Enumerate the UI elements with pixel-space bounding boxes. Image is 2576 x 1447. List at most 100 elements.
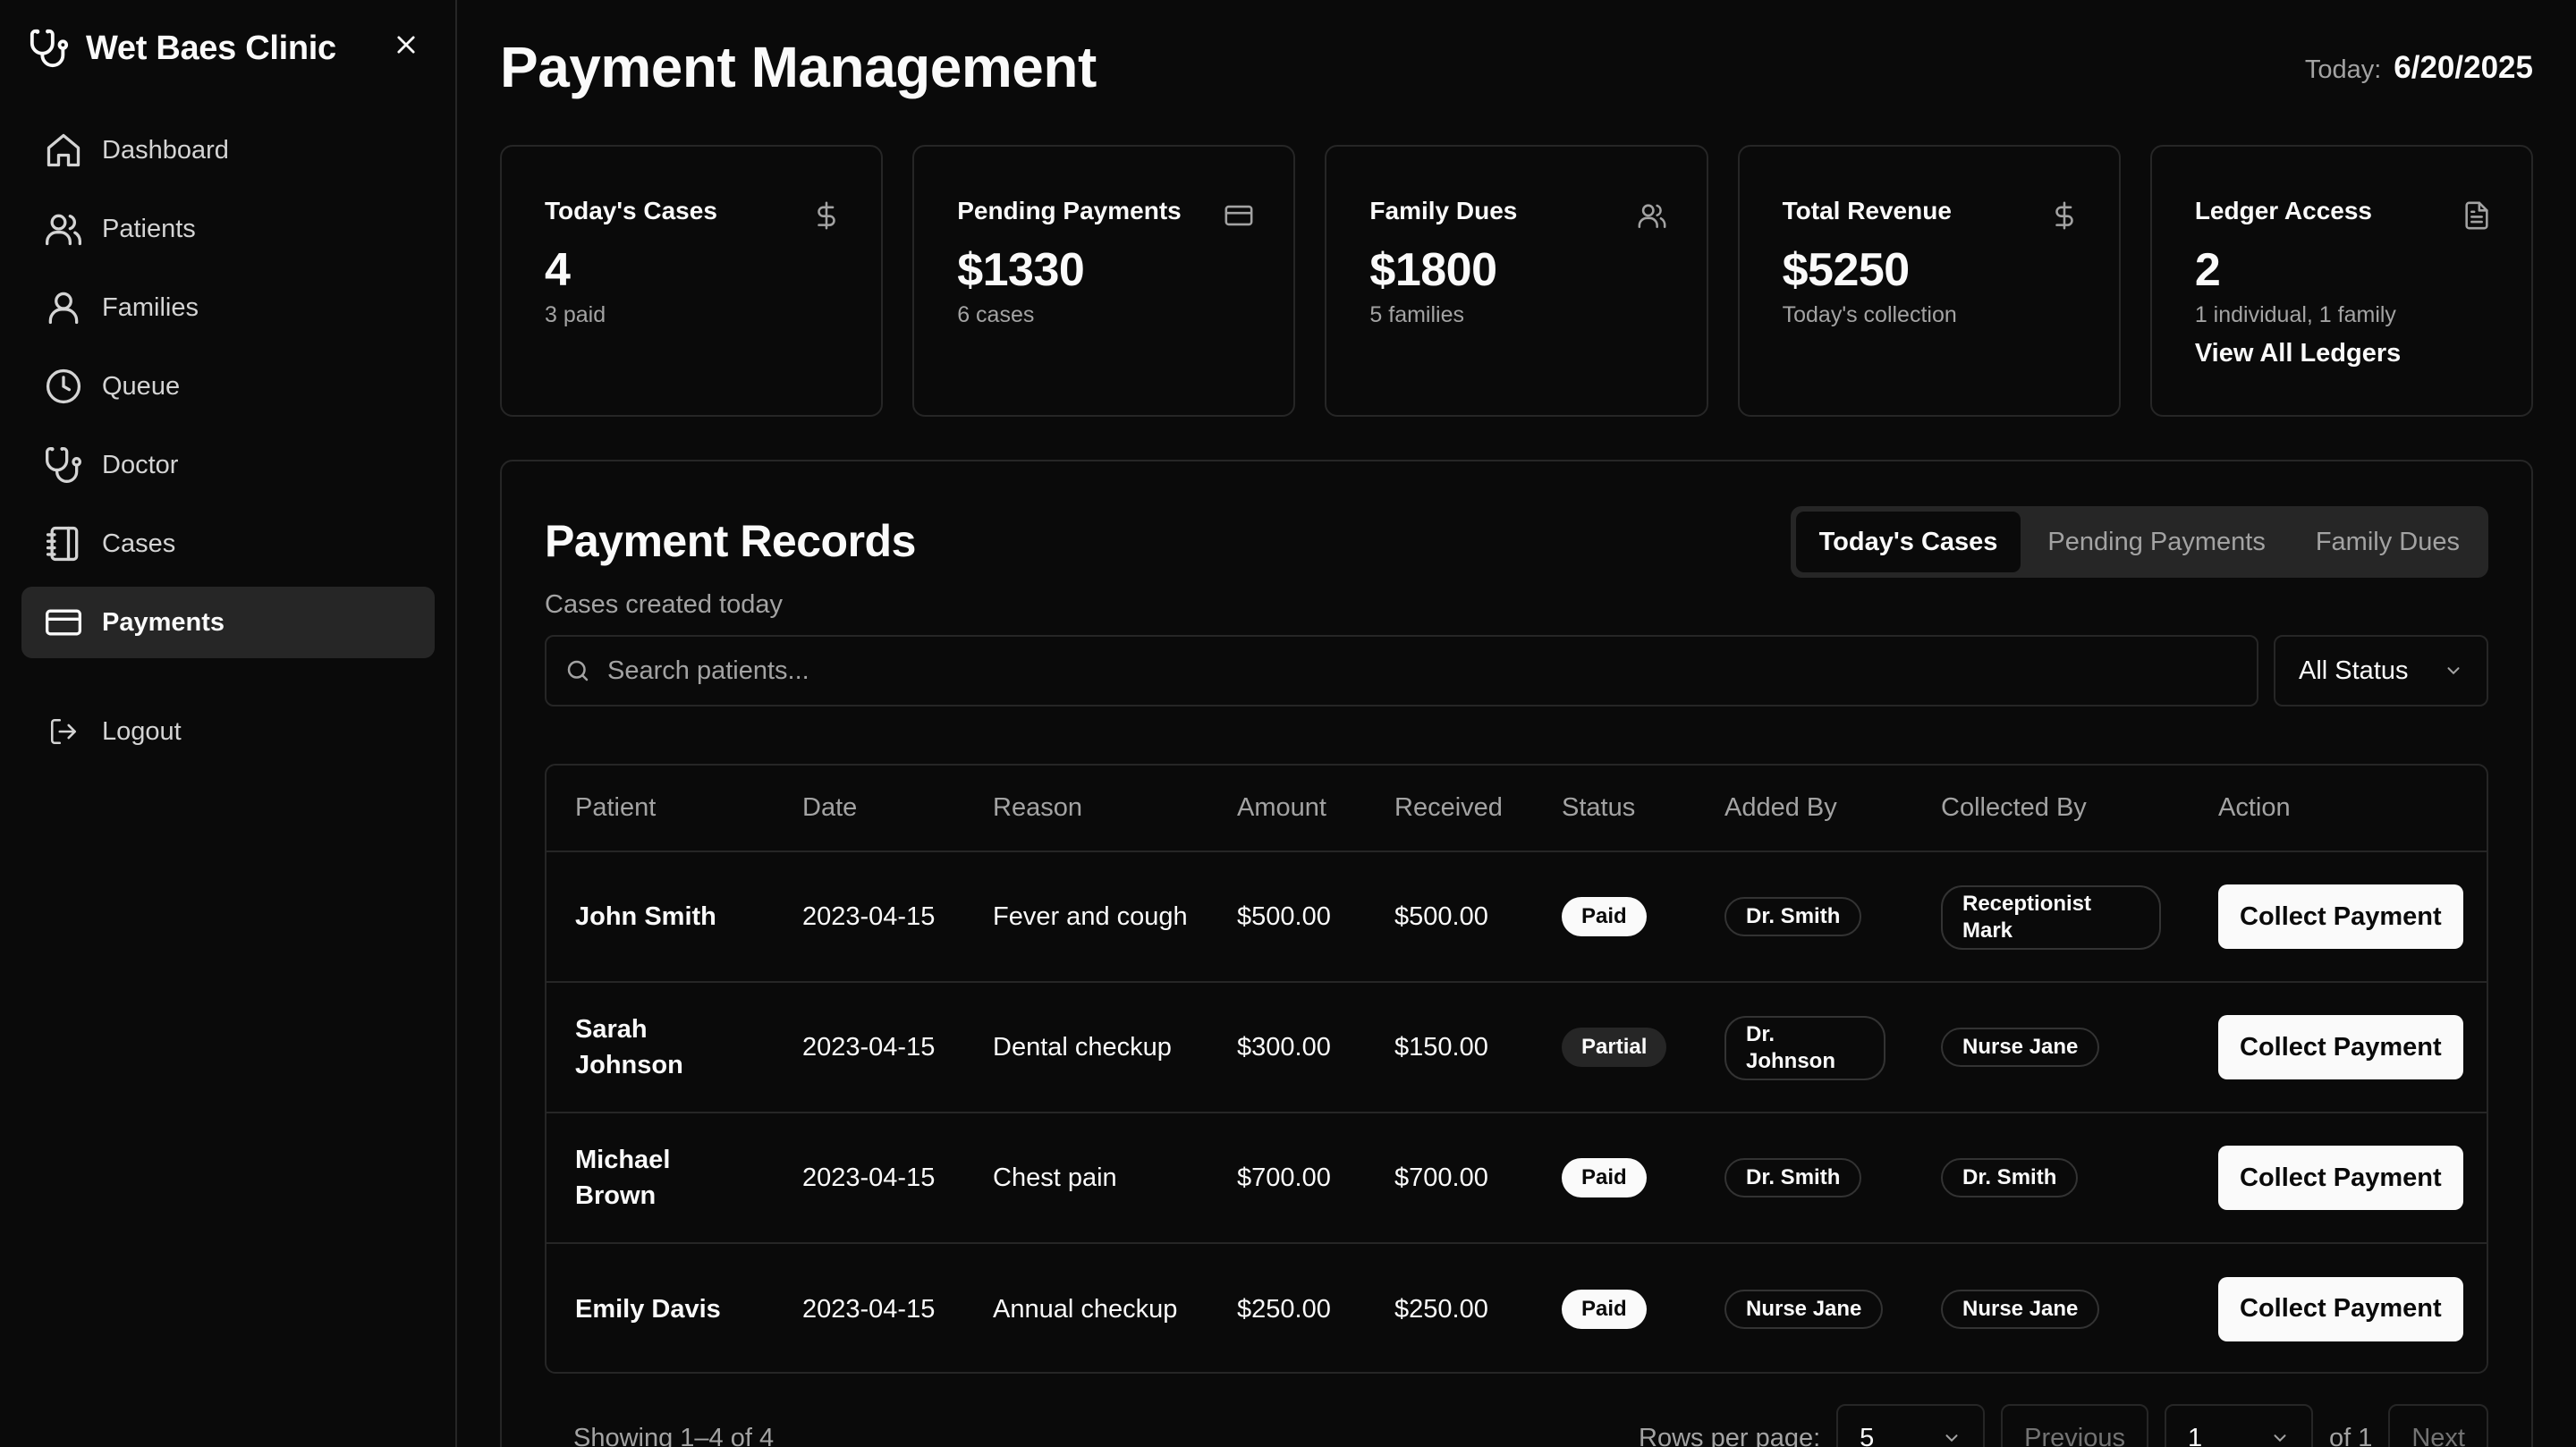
home-icon [43, 130, 84, 171]
column-header-added-by[interactable]: Added By [1696, 766, 1912, 852]
stat-sub: 5 families [1369, 302, 1464, 327]
sidebar-item-families[interactable]: Families [21, 272, 435, 343]
logout-label: Logout [102, 716, 182, 746]
close-sidebar-button[interactable] [390, 29, 422, 61]
search-input[interactable] [607, 656, 2217, 686]
collect-payment-button[interactable]: Collect Payment [2218, 1015, 2463, 1079]
cell-amount: $300.00 [1208, 982, 1366, 1113]
payment-records-panel: Payment Records Cases created today Toda… [500, 460, 2533, 1447]
dollar-icon [811, 200, 842, 231]
status-badge: Paid [1562, 1158, 1647, 1197]
cell-status: Paid [1533, 851, 1696, 983]
cell-collected-by: Nurse Jane [1912, 982, 2190, 1113]
patient-name: Michael Brown [575, 1146, 671, 1210]
stat-value: 2 [2194, 244, 2221, 296]
cell-amount: $700.00 [1208, 1113, 1366, 1244]
stat-card-todays-cases: Today's Cases 4 3 paid [500, 145, 884, 417]
cell-action: Collect Payment [2190, 851, 2487, 983]
cell-amount: $500.00 [1208, 851, 1366, 983]
stat-card-total-revenue: Total Revenue $5250 Today's collection [1737, 145, 2121, 417]
column-header-collected-by[interactable]: Collected By [1912, 766, 2190, 852]
column-header-patient[interactable]: Patient [547, 766, 774, 852]
sidebar-item-cases[interactable]: Cases [21, 508, 435, 580]
status-badge: Partial [1562, 1028, 1667, 1067]
cell-reason: Dental checkup [964, 982, 1208, 1113]
cell-patient: Sarah Johnson [547, 982, 774, 1113]
page-total: of 1 [2328, 1423, 2373, 1447]
status-badge: Paid [1562, 897, 1647, 936]
column-header-amount[interactable]: Amount [1208, 766, 1366, 852]
sidebar-item-label: Queue [102, 371, 181, 401]
chevron-down-icon [2274, 1434, 2286, 1443]
sidebar-item-queue[interactable]: Queue [21, 351, 435, 422]
previous-page-button[interactable]: Previous [2001, 1404, 2148, 1447]
cell-date: 2023-04-15 [774, 982, 964, 1113]
cell-collected-by: Dr. Smith [1912, 1113, 2190, 1244]
close-icon [397, 36, 415, 54]
records-title: Payment Records [545, 516, 916, 566]
user-icon [43, 287, 84, 328]
table-row: Emily Davis 2023-04-15 Annual checkup $2… [547, 1243, 2487, 1372]
sidebar-item-patients[interactable]: Patients [21, 193, 435, 265]
cell-added-by: Dr. Smith [1696, 851, 1912, 983]
collect-payment-button[interactable]: Collect Payment [2218, 884, 2463, 949]
brand-title: Wet Baes Clinic [86, 29, 336, 67]
sidebar-item-label: Families [102, 292, 199, 322]
collect-payment-button[interactable]: Collect Payment [2218, 1276, 2463, 1341]
cell-reason: Chest pain [964, 1113, 1208, 1244]
added-by-chip: Dr. Johnson [1724, 1015, 1885, 1080]
cell-added-by: Dr. Smith [1696, 1113, 1912, 1244]
cell-status: Partial [1533, 982, 1696, 1113]
today-label: Today: [2304, 55, 2382, 84]
rows-per-page-label: Rows per page: [1639, 1423, 1821, 1447]
tab-pending-payments[interactable]: Pending Payments [2024, 512, 2288, 572]
cell-date: 2023-04-15 [802, 1294, 936, 1324]
rows-per-page-select[interactable]: 5 [1836, 1404, 1986, 1447]
tab-todays-cases[interactable]: Today's Cases [1795, 512, 2021, 572]
cell-received: $500.00 [1366, 851, 1533, 983]
next-page-button[interactable]: Next [2388, 1404, 2488, 1447]
cell-added-by: Nurse Jane [1696, 1243, 1912, 1372]
collected-by-chip: Nurse Jane [1941, 1028, 2100, 1067]
brand: Wet Baes Clinic [29, 25, 336, 72]
chevron-down-icon [2447, 667, 2460, 675]
stat-sub: 3 paid [545, 302, 606, 327]
page-title: Payment Management [500, 35, 1097, 99]
table-header-row: Patient Date Reason Amount Received Stat… [547, 766, 2487, 852]
column-header-action: Action [2190, 766, 2487, 852]
sidebar-item-payments[interactable]: Payments [21, 587, 435, 658]
logout-button[interactable]: Logout [21, 696, 435, 767]
cell-collected-by: Nurse Jane [1912, 1243, 2190, 1372]
status-filter-select[interactable]: All Status [2274, 635, 2488, 707]
status-badge: Paid [1562, 1289, 1647, 1329]
sidebar-item-doctor[interactable]: Doctor [21, 429, 435, 501]
column-header-received[interactable]: Received [1366, 766, 1533, 852]
stat-cards: Today's Cases 4 3 paid Pending Payments … [500, 145, 2534, 417]
collect-payment-button[interactable]: Collect Payment [2218, 1146, 2463, 1210]
status-filter-value: All Status [2299, 656, 2409, 685]
cell-action: Collect Payment [2190, 1243, 2487, 1372]
column-header-status[interactable]: Status [1533, 766, 1696, 852]
clock-icon [43, 366, 84, 407]
added-by-chip: Nurse Jane [1724, 1289, 1884, 1329]
column-header-date[interactable]: Date [774, 766, 964, 852]
sidebar-item-dashboard[interactable]: Dashboard [21, 114, 435, 186]
today-value: 6/20/2025 [2394, 50, 2533, 85]
column-header-reason[interactable]: Reason [964, 766, 1208, 852]
view-all-ledgers-link[interactable]: View All Ledgers [2195, 339, 2488, 368]
stat-card-family-dues: Family Dues $1800 5 families [1325, 145, 1708, 417]
stat-label: Total Revenue [1782, 197, 1952, 224]
page-select[interactable]: 1 [2164, 1404, 2313, 1447]
sidebar-item-label: Payments [102, 607, 225, 637]
collected-by-chip: Dr. Smith [1941, 1158, 2079, 1197]
stat-value: $5250 [1782, 244, 1911, 296]
tab-family-dues[interactable]: Family Dues [2292, 512, 2483, 572]
payment-records-table: Patient Date Reason Amount Received Stat… [545, 764, 2488, 1374]
main-content: Payment Management Today: 6/20/2025 Toda… [457, 0, 2576, 1447]
table-row: Sarah Johnson 2023-04-15 Dental checkup … [547, 982, 2487, 1113]
document-icon [2462, 200, 2492, 231]
pagination: Rows per page: 5 Previous 1 of 1 Next [1639, 1404, 2488, 1447]
stethoscope-icon [29, 28, 70, 69]
sidebar-item-label: Patients [102, 214, 196, 243]
cell-collected-by: Receptionist Mark [1912, 851, 2190, 983]
